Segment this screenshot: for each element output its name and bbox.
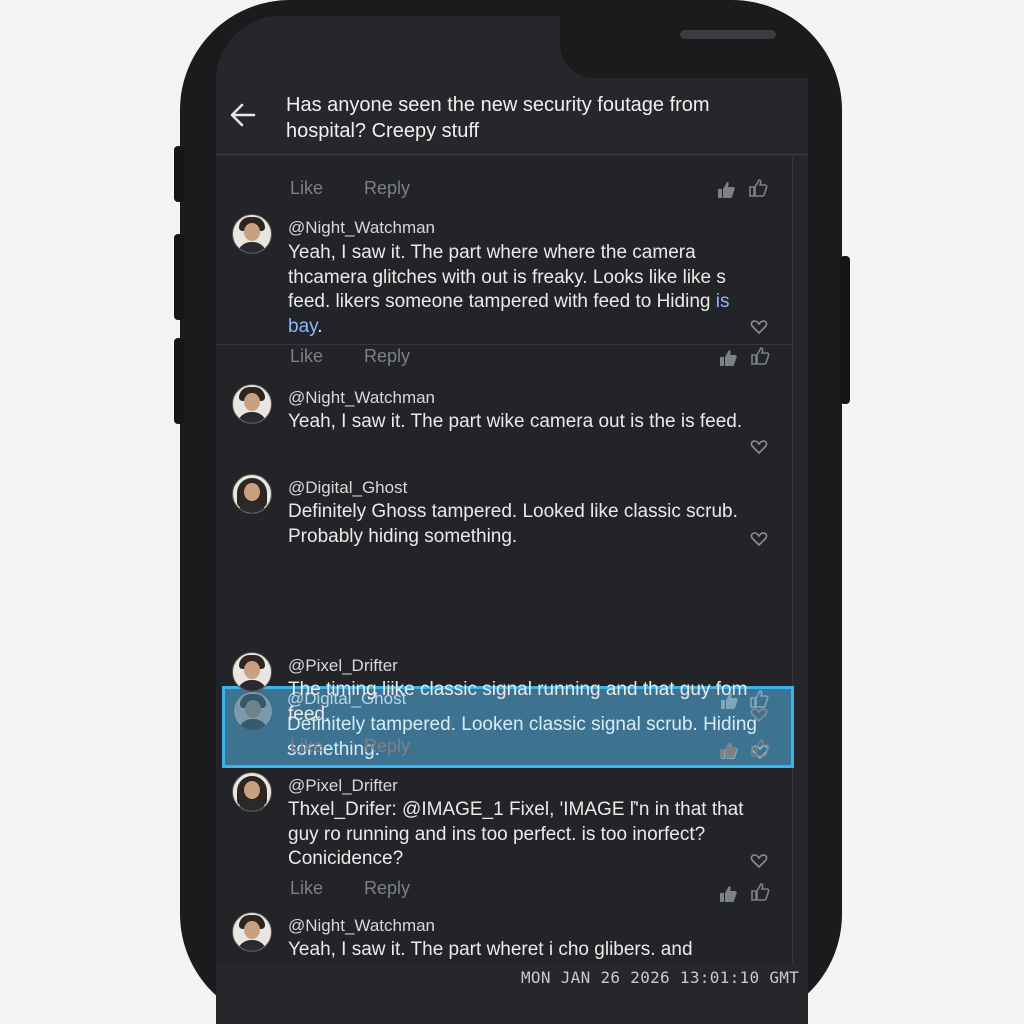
thumbs-up-icon[interactable] bbox=[716, 180, 736, 200]
heart-icon[interactable] bbox=[750, 438, 768, 456]
thumbs-up-outline-icon[interactable] bbox=[750, 346, 770, 366]
comment-text: The timing liike classic signal running … bbox=[288, 679, 748, 725]
reply-link[interactable]: Reply bbox=[364, 346, 410, 367]
comment-username[interactable]: @Night_Watchman bbox=[288, 218, 435, 238]
reply-link[interactable]: Reply bbox=[364, 736, 410, 757]
like-link[interactable]: Like bbox=[290, 736, 323, 757]
thumbs-up-icon[interactable] bbox=[718, 884, 738, 904]
phone-screen: Has anyone seen the new security foutage… bbox=[216, 16, 808, 1024]
thumbs-up-outline-icon[interactable] bbox=[748, 178, 768, 198]
side-button-left-1 bbox=[174, 146, 184, 202]
comment-text: Yeah, I saw it. The part wike camera out… bbox=[288, 411, 743, 432]
side-button-left-3 bbox=[174, 338, 184, 424]
comment-feed[interactable]: Like Reply @Night_Watchman Yeah, I saw i… bbox=[216, 156, 794, 964]
comment-item: @Night_Watchman Yeah, I saw it. The part… bbox=[216, 384, 792, 462]
heart-icon[interactable] bbox=[750, 530, 768, 548]
comment-text: Yeah, I saw it. The part wheret i cho gl… bbox=[288, 939, 693, 960]
front-camera bbox=[798, 26, 808, 43]
thumbs-up-icon[interactable] bbox=[718, 348, 738, 368]
comment-username[interactable]: @Night_Watchman bbox=[288, 916, 435, 936]
comment-username[interactable]: @Pixel_Drifter bbox=[288, 656, 398, 676]
comment-item: @Pixel_Drifter Thxel_Drifer: @IMAGE_1 Fi… bbox=[216, 772, 792, 878]
divider bbox=[216, 344, 792, 345]
comment-username[interactable]: @Pixel_Drifter bbox=[288, 776, 398, 796]
avatar[interactable] bbox=[232, 214, 272, 254]
heart-icon[interactable] bbox=[750, 706, 768, 724]
comment-username[interactable]: @Night_Watchman bbox=[288, 388, 435, 408]
comment-item: @Night_Watchman Yeah, I saw it. The part… bbox=[216, 912, 792, 964]
comment-item: @Pixel_Drifter The timing liike classic … bbox=[216, 652, 792, 734]
like-link[interactable]: Like bbox=[290, 878, 323, 899]
comment-item: @Night_Watchman Yeah, I saw it. The part… bbox=[216, 214, 792, 344]
avatar[interactable] bbox=[232, 772, 272, 812]
heart-icon[interactable] bbox=[750, 852, 768, 870]
speaker bbox=[680, 30, 776, 39]
comment-text: Definitely Ghoss tampered. Looked like c… bbox=[288, 501, 738, 547]
reply-link[interactable]: Reply bbox=[364, 178, 410, 199]
thumbs-up-icon[interactable] bbox=[718, 740, 738, 760]
comment-item: @Digital_Ghost Definitely Ghoss tampered… bbox=[216, 474, 792, 552]
timestamp: MON JAN 26 2026 13:01:10 GMT bbox=[521, 968, 800, 987]
notch bbox=[560, 16, 808, 78]
avatar[interactable] bbox=[232, 912, 272, 952]
back-arrow-icon[interactable] bbox=[228, 100, 258, 130]
avatar[interactable] bbox=[232, 474, 272, 514]
reply-link[interactable]: Reply bbox=[364, 878, 410, 899]
like-link[interactable]: Like bbox=[290, 346, 323, 367]
avatar[interactable] bbox=[232, 384, 272, 424]
comment-text: Yeah, I saw it. The part where where the… bbox=[288, 242, 730, 337]
like-link[interactable]: Like bbox=[290, 178, 323, 199]
side-button-left-2 bbox=[174, 234, 184, 320]
comment-username[interactable]: @Digital_Ghost bbox=[288, 478, 407, 498]
side-button-right bbox=[840, 256, 850, 404]
thumbs-up-outline-icon[interactable] bbox=[750, 738, 770, 758]
avatar[interactable] bbox=[232, 652, 272, 692]
thread-header: Has anyone seen the new security foutage… bbox=[216, 76, 808, 155]
heart-icon[interactable] bbox=[750, 318, 768, 336]
thumbs-up-outline-icon[interactable] bbox=[750, 882, 770, 902]
comment-text: Thxel_Drifer: @IMAGE_1 Fixel, 'IMAGE ľ'n… bbox=[288, 799, 744, 869]
post-title: Has anyone seen the new security foutage… bbox=[286, 94, 710, 142]
